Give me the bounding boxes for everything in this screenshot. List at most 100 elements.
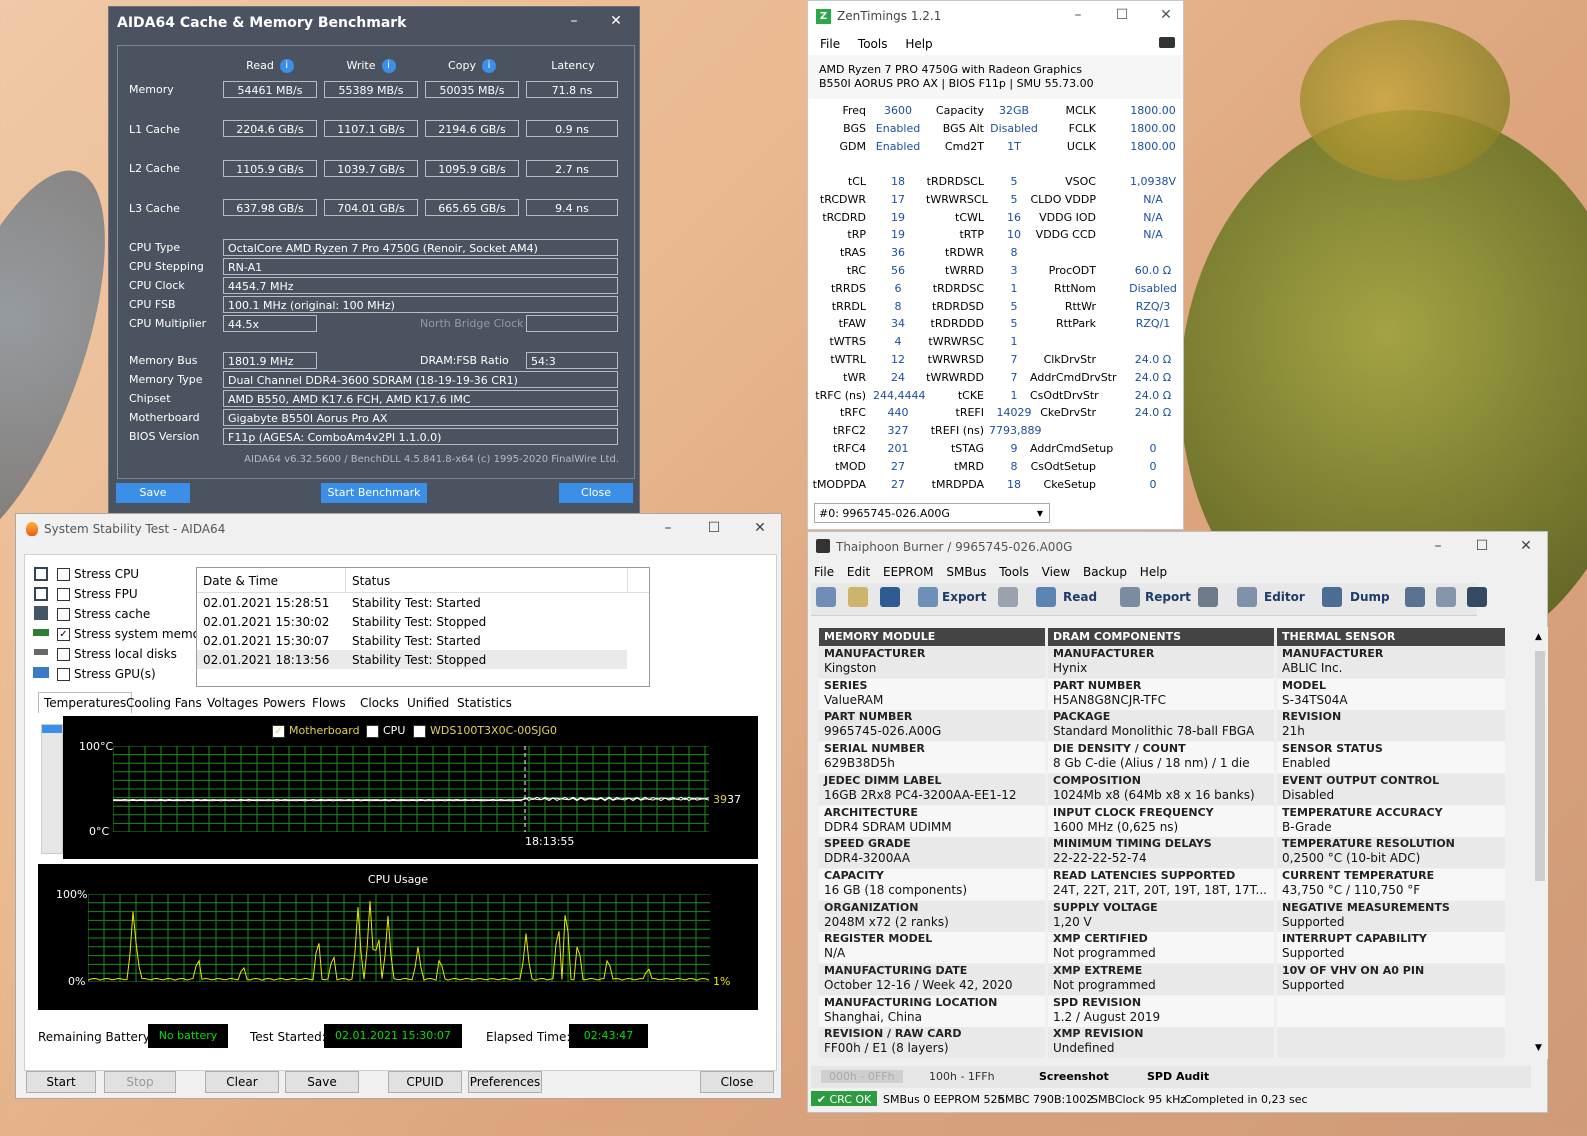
legend-cpu[interactable]: ✓ CPU [366,724,405,738]
chevron-up-icon[interactable]: ▲ [1535,632,1542,642]
tab-flows[interactable]: Flows [312,696,346,710]
minimize-icon[interactable]: – [1429,538,1447,554]
checkbox[interactable] [57,588,70,601]
waveform-icon[interactable] [1467,587,1487,607]
log-row-status[interactable]: Stability Test: Stopped [352,615,486,629]
stress-cache-option[interactable]: Stress cache [57,607,150,621]
scrollbar-thumb[interactable] [42,725,62,733]
menu-file[interactable]: File [814,565,834,579]
checkbox[interactable]: ✓ [272,724,285,738]
stress-memory-option[interactable]: ✓ Stress system memory [57,627,212,641]
preferences-button[interactable]: Preferences [468,1071,542,1093]
tab-spd-audit[interactable]: SPD Audit [1147,1070,1209,1083]
log-row-status[interactable]: Stability Test: Started [352,634,481,648]
stop-button[interactable]: Stop [104,1071,176,1093]
row-label: L2 Cache [129,162,180,175]
editor-button[interactable]: Editor [1264,590,1305,604]
checkbox[interactable] [57,648,70,661]
close-icon[interactable]: ✕ [751,520,769,536]
gear-icon[interactable] [816,587,836,607]
spd-field-value: 1024Mb x8 (64Mb x8 x 16 banks) [1053,787,1255,802]
close-icon[interactable]: ✕ [607,13,625,29]
tab-unified[interactable]: Unified [407,696,449,710]
start-button[interactable]: Start [26,1071,96,1093]
report-button[interactable]: Report [1145,590,1191,604]
menu-eeprom[interactable]: EEPROM [883,565,934,579]
start-benchmark-button[interactable]: Start Benchmark [321,483,427,503]
dump-button[interactable]: Dump [1350,590,1390,604]
zen-timing-label: tRDRDSCL [926,175,984,188]
lock-icon[interactable] [998,587,1018,607]
checkbox[interactable]: ✓ [57,628,70,641]
close-button[interactable]: Close [700,1071,774,1093]
export-icon[interactable] [918,587,938,607]
spd-cell: SPEED GRADE DDR4-3200AA [819,837,1045,869]
menu-smbus[interactable]: SMBus [946,565,986,579]
clear-button[interactable]: Clear [205,1071,279,1093]
checkbox[interactable] [57,668,70,681]
stress-disk-option[interactable]: Stress local disks [57,647,177,661]
minimize-icon[interactable]: – [659,520,677,536]
menu-tools[interactable]: Tools [999,565,1029,579]
info-icon[interactable]: i [381,59,396,73]
read-icon[interactable] [1036,587,1056,607]
log-row-date[interactable]: 02.01.2021 18:13:56 [203,653,329,667]
log-row-date[interactable]: 02.01.2021 15:28:51 [203,596,329,610]
l2-write: 1039.7 GB/s [324,160,418,177]
tab-100h-1ffh[interactable]: 100h - 1FFh [929,1070,995,1083]
legend-ssd[interactable]: WDS100T3X0C-00SJG0 [413,724,557,738]
checkbox[interactable] [413,724,426,738]
legend-motherboard[interactable]: ✓ Motherboard [272,724,360,738]
stress-cpu-option[interactable]: Stress CPU [57,567,139,581]
tab-statistics[interactable]: Statistics [457,696,512,710]
scrollbar-thumb[interactable] [1535,651,1545,881]
tab-temperatures[interactable]: Temperatures [38,692,133,713]
wrench-icon[interactable] [1198,587,1218,607]
cpuid-button[interactable]: CPUID [388,1071,462,1093]
search-icon[interactable] [1405,587,1425,607]
save-button[interactable]: Save [116,483,190,503]
minimize-icon[interactable]: – [565,13,583,29]
log-row-status[interactable]: Stability Test: Started [352,596,481,610]
tab-cooling-fans[interactable]: Cooling Fans [126,696,202,710]
chevron-down-icon[interactable]: ▼ [1535,1043,1542,1053]
stress-gpu-option[interactable]: Stress GPU(s) [57,667,156,681]
maximize-icon[interactable]: ☐ [705,520,723,536]
read-button[interactable]: Read [1063,590,1097,604]
menu-edit[interactable]: Edit [847,565,870,579]
save-button[interactable]: Save [285,1071,359,1093]
module-select[interactable]: #0: 9965745-026.A00G ▼ [814,503,1050,523]
menu-backup[interactable]: Backup [1083,565,1127,579]
info-icon[interactable]: i [481,59,496,73]
maximize-icon[interactable]: ☐ [1473,538,1491,554]
document-icon[interactable] [1436,587,1456,607]
checkbox[interactable]: ✓ [366,724,379,738]
log-row-status[interactable]: Stability Test: Stopped [352,653,486,667]
timings-grid: Freq 3600 Capacity 32GB MCLK 1800.00 BGS Enable… [808,1,1183,529]
export-button[interactable]: Export [942,590,986,604]
floppy-save-icon[interactable] [880,587,900,607]
menu-view[interactable]: View [1042,565,1070,579]
menu-help[interactable]: Help [1140,565,1167,579]
checkbox[interactable] [57,608,70,621]
zen-timing-value: 4 [894,335,902,349]
tab-clocks[interactable]: Clocks [360,696,399,710]
info-icon[interactable]: i [279,59,294,73]
tab-powers[interactable]: Powers [263,696,306,710]
dump-icon[interactable] [1322,587,1342,607]
stress-fpu-option[interactable]: Stress FPU [57,587,138,601]
close-button[interactable]: Close [559,483,633,503]
close-icon[interactable]: ✕ [1517,538,1535,554]
sensor-list-scrollbar[interactable] [41,724,63,854]
tab-000h-0ffh[interactable]: 000h - 0FFh [821,1070,903,1083]
checkbox[interactable] [57,568,70,581]
tab-screenshot[interactable]: Screenshot [1039,1070,1109,1083]
log-row-date[interactable]: 02.01.2021 15:30:02 [203,615,329,629]
vertical-scrollbar[interactable]: ▲ ▼ [1532,627,1548,1059]
test-started-label: Test Started: [250,1030,326,1044]
tab-voltages[interactable]: Voltages [207,696,258,710]
folder-icon[interactable] [848,587,868,607]
editor-icon[interactable] [1237,587,1257,607]
log-row-date[interactable]: 02.01.2021 15:30:07 [203,634,329,648]
report-icon[interactable] [1120,587,1140,607]
